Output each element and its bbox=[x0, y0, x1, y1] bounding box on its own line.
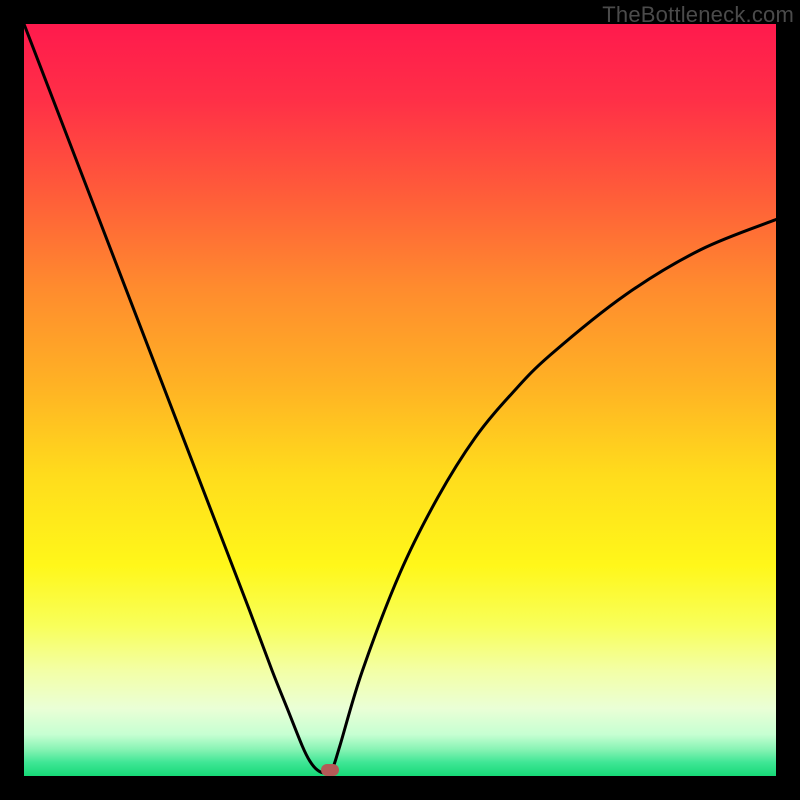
chart-plot bbox=[24, 24, 776, 776]
optimal-point-marker bbox=[321, 764, 339, 776]
chart-background-gradient bbox=[24, 24, 776, 776]
chart-frame bbox=[24, 24, 776, 776]
